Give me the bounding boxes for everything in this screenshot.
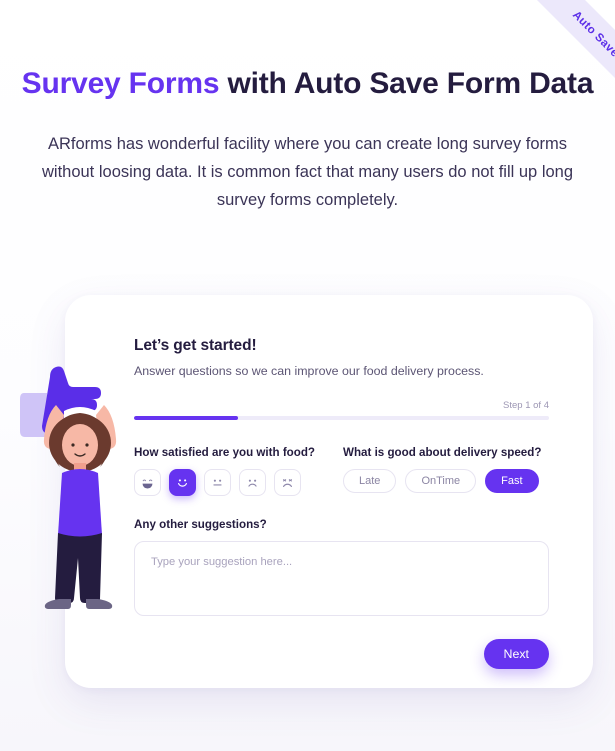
question-suggestions-label: Any other suggestions? bbox=[134, 518, 267, 531]
page-title-rest: with Auto Save Form Data bbox=[219, 67, 594, 100]
question-delivery: What is good about delivery speed? Late … bbox=[343, 446, 541, 496]
card-subtitle: Answer questions so we can improve our f… bbox=[134, 364, 484, 378]
very-unhappy-face-icon bbox=[283, 479, 292, 487]
progress-fill bbox=[134, 416, 238, 420]
neutral-face-icon bbox=[213, 479, 222, 486]
question-delivery-label: What is good about delivery speed? bbox=[343, 446, 542, 459]
card-actions: Next bbox=[134, 639, 549, 669]
progress-track bbox=[134, 416, 549, 420]
emoji-option-neutral[interactable] bbox=[204, 469, 231, 496]
page-background: Auto Save Data Survey Forms with Auto Sa… bbox=[0, 0, 615, 751]
card-title: Let’s get started! bbox=[134, 337, 257, 354]
page-title: Survey Forms with Auto Save Form Data bbox=[0, 64, 615, 104]
delivery-option-fast[interactable]: Fast bbox=[485, 469, 539, 493]
emoji-option-unhappy[interactable] bbox=[239, 469, 266, 496]
illustration-person-thumbs-up bbox=[18, 345, 143, 635]
emoji-option-very-unhappy[interactable] bbox=[274, 469, 301, 496]
delivery-option-ontime[interactable]: OnTime bbox=[405, 469, 477, 493]
survey-card-content: Let’s get started! Answer questions so w… bbox=[134, 337, 549, 669]
page-title-accent: Survey Forms bbox=[21, 67, 220, 100]
survey-card: Let’s get started! Answer questions so w… bbox=[65, 295, 593, 688]
unhappy-face-icon bbox=[248, 479, 257, 487]
hero-paragraph: ARforms has wonderful facility where you… bbox=[41, 135, 574, 209]
delivery-option-group: Late OnTime Fast bbox=[343, 469, 541, 493]
hero-section: Survey Forms with Auto Save Form Data AR… bbox=[0, 64, 615, 214]
step-indicator: Step 1 of 4 bbox=[503, 400, 549, 411]
question-suggestions: Any other suggestions? bbox=[134, 518, 549, 621]
suggestions-input[interactable] bbox=[134, 541, 549, 616]
emoji-rating-group bbox=[134, 469, 315, 496]
emoji-option-happy[interactable] bbox=[169, 469, 196, 496]
question-satisfaction-label: How satisfied are you with food? bbox=[134, 446, 316, 459]
happy-face-icon bbox=[178, 479, 187, 487]
thumbs-up-person-illustration bbox=[20, 366, 117, 609]
progress-section: Step 1 of 4 bbox=[134, 400, 549, 420]
questions-row: How satisfied are you with food? What is… bbox=[134, 446, 549, 496]
question-satisfaction: How satisfied are you with food? bbox=[134, 446, 315, 496]
next-button[interactable]: Next bbox=[483, 639, 549, 669]
delivery-option-late[interactable]: Late bbox=[343, 469, 397, 493]
